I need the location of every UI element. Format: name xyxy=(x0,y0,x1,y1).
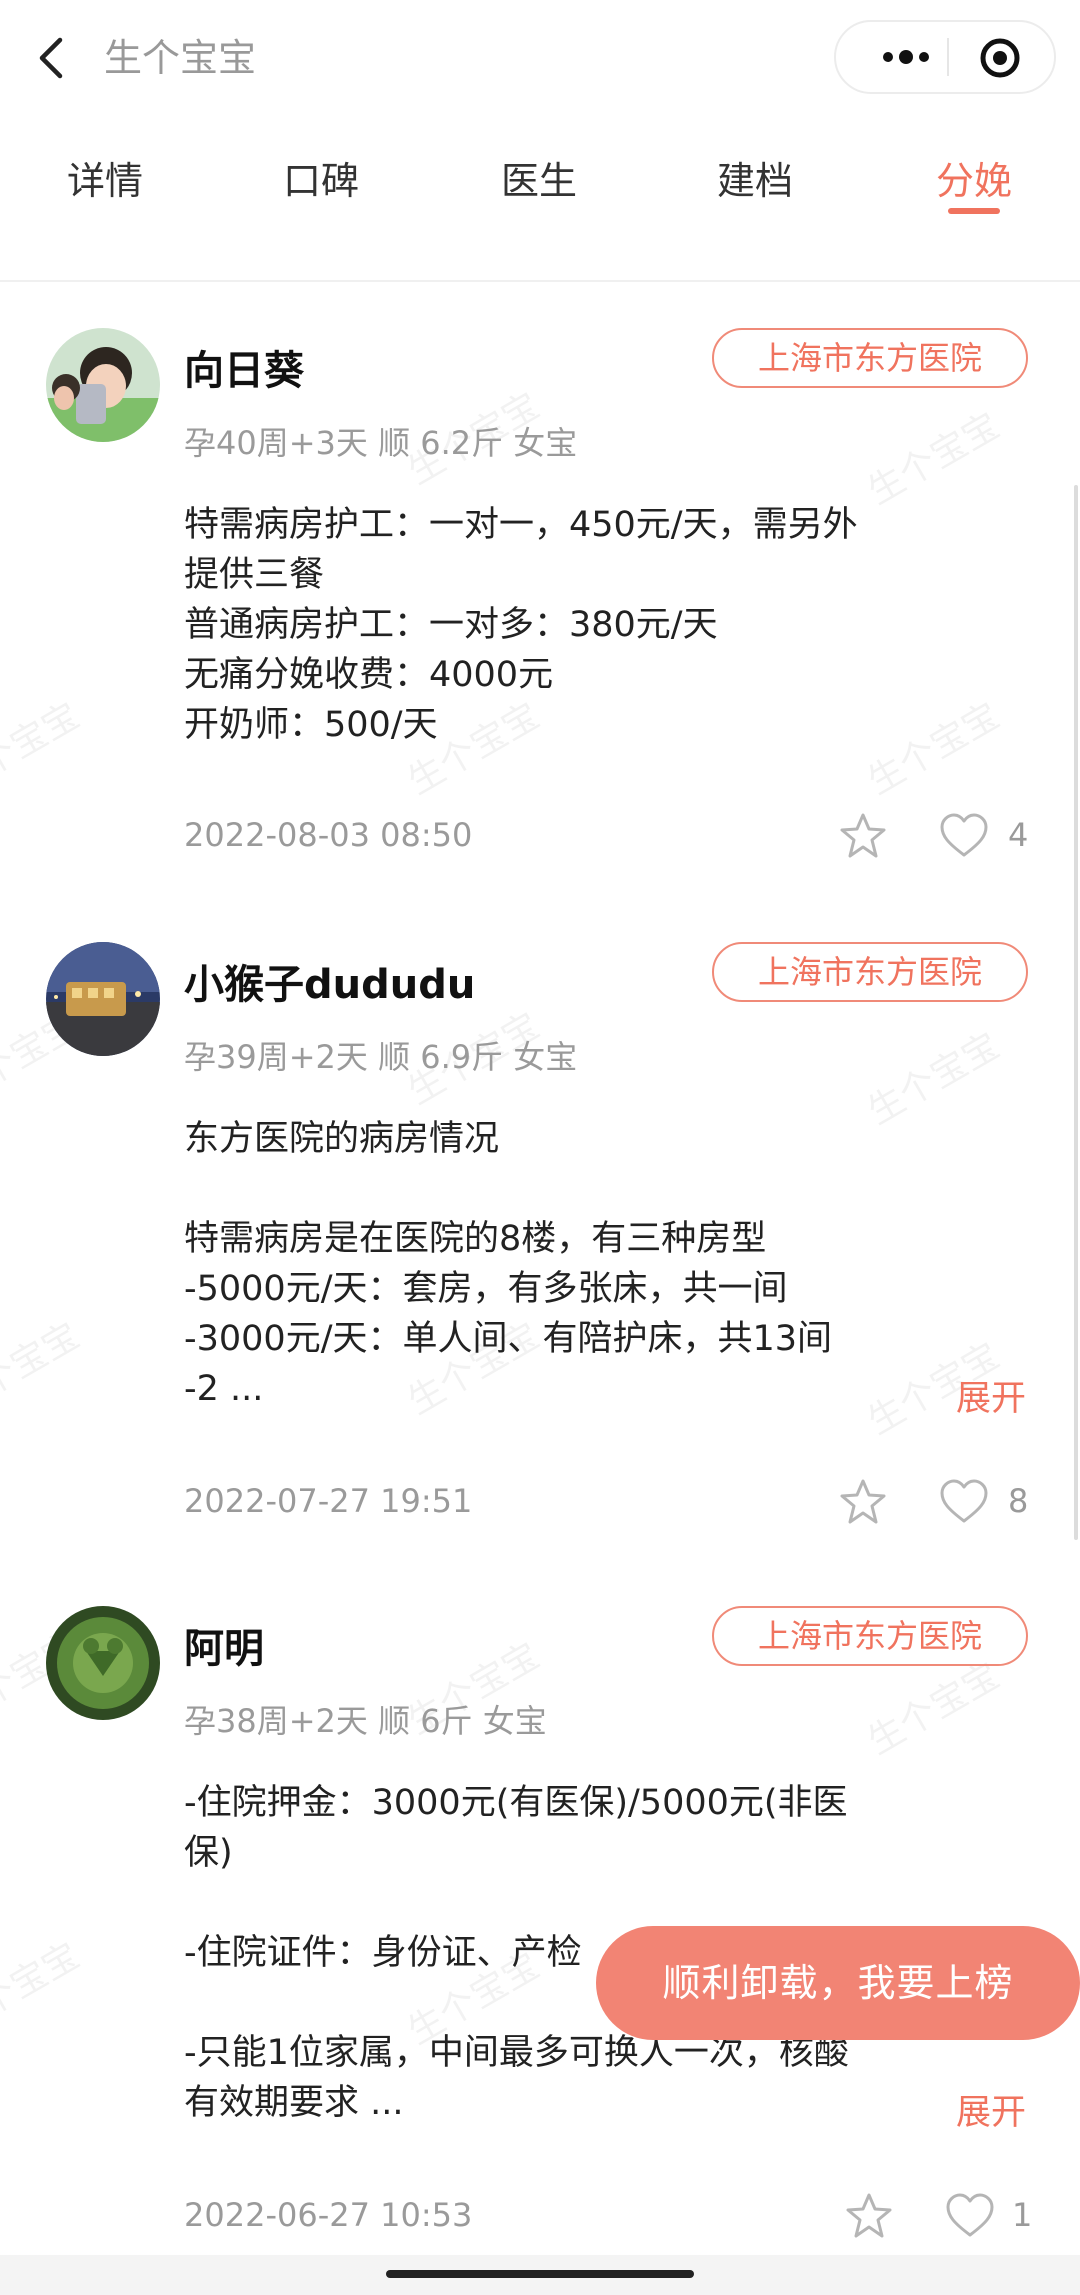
star-icon xyxy=(846,2193,892,2238)
like-button[interactable] xyxy=(938,1478,990,1526)
heart-icon xyxy=(940,813,988,857)
post-content: 东方医院的病房情况 特需病房是在医院的8楼，有三种房型 -5000元/天：套房，… xyxy=(184,1114,924,1414)
star-icon xyxy=(840,1479,886,1524)
content-line: 有效期要求 ... xyxy=(184,2083,404,2123)
expand-link[interactable]: 展开 xyxy=(956,2084,1026,2135)
target-circle-icon xyxy=(980,38,1020,78)
watermark: 生个宝宝 xyxy=(861,405,1007,513)
submit-delivery-button[interactable]: 顺利卸载，我要上榜 xyxy=(596,1926,1080,2040)
hospital-tag[interactable]: 上海市东方医院 xyxy=(712,1606,1028,1666)
like-count: 4 xyxy=(1008,816,1029,854)
post-date: 2022-08-03 08:50 xyxy=(184,816,473,854)
heart-icon xyxy=(940,1479,988,1523)
content-line: 特需病房护工：一对一，450元/天，需另外 xyxy=(184,505,858,545)
avatar[interactable] xyxy=(46,942,160,1056)
watermark: 生个宝宝 xyxy=(0,1315,87,1423)
tab-registration[interactable]: 建档 xyxy=(717,150,793,205)
active-tab-indicator xyxy=(948,208,1000,214)
tab-bar: 详情 口碑 医生 建档 分娩 xyxy=(0,130,1080,220)
close-button[interactable] xyxy=(976,34,1024,82)
capsule-divider xyxy=(947,38,949,76)
pregnancy-info: 孕39周+2天 顺 6.9斤 女宝 xyxy=(184,1038,578,1076)
content-line: 普通病房护工：一对多：380元/天 xyxy=(184,605,718,645)
watermark: 生个宝宝 xyxy=(0,1935,87,2043)
favorite-button[interactable] xyxy=(838,812,888,860)
scrollbar[interactable] xyxy=(1074,485,1078,1540)
content-line: 东方医院的病房情况 xyxy=(184,1119,500,1159)
tab-details[interactable]: 详情 xyxy=(67,150,143,205)
more-dots-icon xyxy=(883,50,929,64)
post-content: 特需病房护工：一对一，450元/天，需另外 提供三餐 普通病房护工：一对多：38… xyxy=(184,500,924,750)
page-title: 生个宝宝 xyxy=(104,36,257,80)
content-line: 保) xyxy=(184,1833,233,1873)
content-line: 无痛分娩收费：4000元 xyxy=(184,655,554,695)
content-line: 提供三餐 xyxy=(184,555,325,595)
pregnancy-info: 孕40周+3天 顺 6.2斤 女宝 xyxy=(184,424,578,462)
heart-icon xyxy=(946,2193,994,2237)
more-button[interactable] xyxy=(866,22,946,92)
content-line: -5000元/天：套房，有多张床，共一间 xyxy=(184,1269,788,1309)
mini-program-capsule xyxy=(834,20,1056,94)
content-line xyxy=(184,1878,924,1928)
content-line: 开奶师：500/天 xyxy=(184,705,438,745)
favorite-button[interactable] xyxy=(844,2192,894,2240)
post-date: 2022-07-27 19:51 xyxy=(184,1482,473,1520)
avatar[interactable] xyxy=(46,328,160,442)
watermark: 生个宝宝 xyxy=(0,695,87,803)
chevron-left-icon xyxy=(39,37,63,79)
header-divider xyxy=(0,280,1080,282)
tab-delivery[interactable]: 分娩 xyxy=(936,150,1012,205)
expand-link[interactable]: 展开 xyxy=(956,1370,1026,1421)
tab-reviews[interactable]: 口碑 xyxy=(283,150,359,205)
like-button[interactable] xyxy=(944,2192,996,2240)
content-line: -2 ... xyxy=(184,1369,264,1409)
like-count: 8 xyxy=(1008,1482,1029,1520)
content-line xyxy=(184,1164,924,1214)
favorite-button[interactable] xyxy=(838,1478,888,1526)
like-count: 1 xyxy=(1012,2196,1033,2234)
navigation-bar: 生个宝宝 xyxy=(0,0,1080,120)
like-button[interactable] xyxy=(938,812,990,860)
user-name: 小猴子dududu xyxy=(184,962,476,1008)
pregnancy-info: 孕38周+2天 顺 6斤 女宝 xyxy=(184,1702,547,1740)
hospital-tag[interactable]: 上海市东方医院 xyxy=(712,942,1028,1002)
back-button[interactable] xyxy=(30,30,74,86)
avatar[interactable] xyxy=(46,1606,160,1720)
user-name: 向日葵 xyxy=(184,348,304,394)
user-name: 阿明 xyxy=(184,1626,264,1672)
hospital-tag[interactable]: 上海市东方医院 xyxy=(712,328,1028,388)
tab-doctors[interactable]: 医生 xyxy=(501,150,577,205)
content-line: -3000元/天：单人间、有陪护床，共13间 xyxy=(184,1319,833,1359)
post-date: 2022-06-27 10:53 xyxy=(184,2196,473,2234)
content-line: -住院押金：3000元(有医保)/5000元(非医 xyxy=(184,1783,848,1823)
content-line: 特需病房是在医院的8楼，有三种房型 xyxy=(184,1219,767,1259)
home-indicator[interactable] xyxy=(386,2270,694,2278)
star-icon xyxy=(840,813,886,858)
